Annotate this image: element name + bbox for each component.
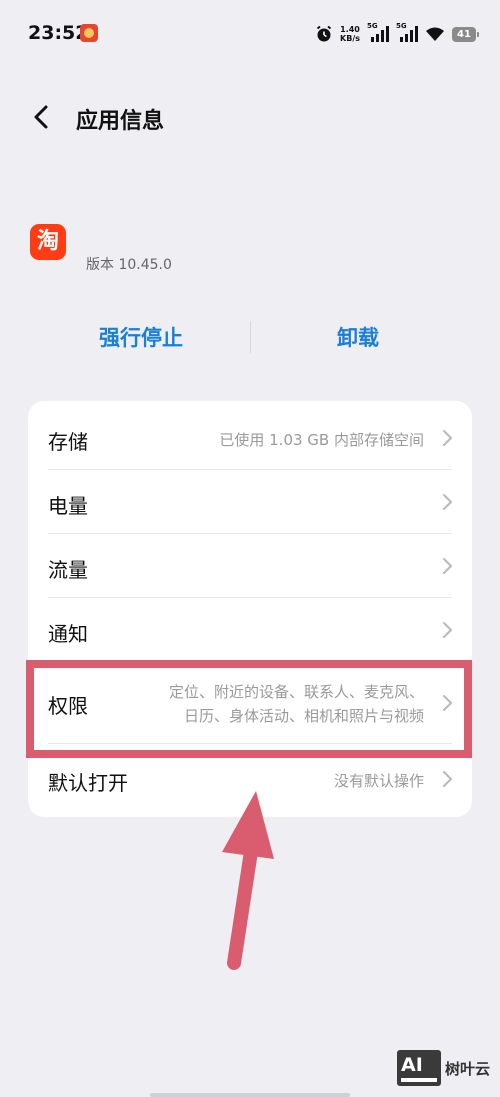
settings-row-label: 流量 [48,558,88,582]
force-stop-button[interactable]: 强行停止 [41,322,241,352]
notification-app-icon [80,24,98,42]
settings-row-value: 没有默认操作 [333,772,424,790]
sim1-network-type: 5G [367,22,378,30]
chevron-right-icon [443,558,452,574]
settings-row-label: 通知 [48,622,88,646]
settings-row-label: 电量 [48,494,88,518]
settings-row-permissions[interactable]: 权限 定位、附近的设备、联系人、麦克风、 日历、身体活动、相机和照片与视频 [28,662,472,744]
network-speed: 1.40 KB/s [340,25,360,43]
network-speed-unit: KB/s [340,34,360,43]
settings-row-storage[interactable]: 存储 已使用 1.03 GB 内部存储空间 [28,401,472,470]
chevron-right-icon [443,430,452,446]
signal-icon-sim2: 5G [396,22,418,43]
permissions-summary-line1: 定位、附近的设备、联系人、麦克风、 [168,683,424,701]
settings-row-open-by-default[interactable]: 默认打开 没有默认操作 [28,744,472,817]
permissions-summary: 定位、附近的设备、联系人、麦克风、 日历、身体活动、相机和照片与视频 [169,680,424,728]
watermark-text: 树叶云 [445,1060,491,1078]
back-button[interactable] [28,100,60,134]
settings-row-label: 权限 [48,694,88,718]
chevron-right-icon [443,771,452,787]
battery-icon: 41 [452,26,479,42]
settings-row-battery[interactable]: 电量 [28,470,472,534]
network-speed-value: 1.40 [340,25,360,34]
wifi-icon [426,27,444,41]
app-version: 版本 10.45.0 [86,257,172,273]
chevron-right-icon [443,622,452,638]
app-icon: 淘 [30,224,66,260]
status-bar: 23:52 1.40 KB/s 5G 5G 41 [0,0,500,68]
chevron-right-icon [443,494,452,510]
permissions-summary-line2: 日历、身体活动、相机和照片与视频 [183,707,424,725]
settings-row-data-usage[interactable]: 流量 [28,534,472,598]
watermark-badge: AI [397,1050,441,1086]
home-indicator[interactable] [150,1093,350,1097]
signal-icon-sim1: 5G [367,22,389,43]
action-divider [250,321,251,353]
settings-row-value: 已使用 1.03 GB 内部存储空间 [219,431,424,449]
settings-row-label: 存储 [48,430,88,454]
alarm-icon [316,25,332,42]
app-settings-list: 存储 已使用 1.03 GB 内部存储空间 电量 流量 通知 权限 定位、附近的… [28,401,472,817]
sim2-network-type: 5G [396,22,407,30]
page-title: 应用信息 [76,109,165,134]
watermark-logo: AI 树叶云 [397,1050,500,1090]
uninstall-button[interactable]: 卸载 [258,322,458,352]
chevron-right-icon [443,695,452,711]
back-arrow-icon [34,105,48,129]
status-icons: 1.40 KB/s 5G 5G 41 [315,22,479,46]
settings-row-label: 默认打开 [48,771,128,795]
settings-row-notifications[interactable]: 通知 [28,598,472,662]
